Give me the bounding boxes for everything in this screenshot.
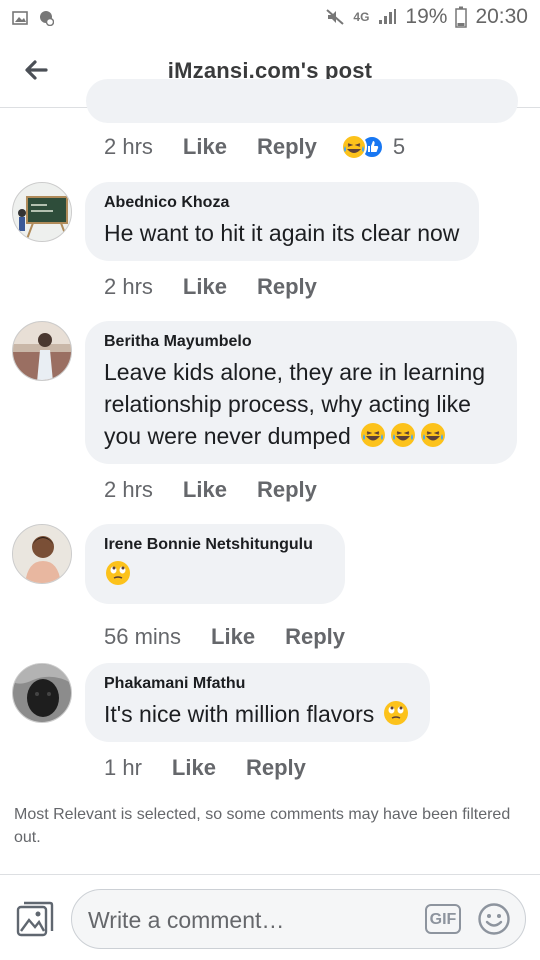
avatar[interactable]	[12, 663, 72, 723]
avatar-photo-image	[13, 525, 71, 583]
status-system-info: 4G 19% 20:30	[325, 5, 528, 29]
avatar[interactable]	[12, 524, 72, 584]
comment-time: 56 mins	[104, 624, 182, 649]
comment-time: 2 hrs	[104, 274, 153, 299]
previous-comment-actions: 2 hrs Like Reply 5	[104, 134, 405, 160]
reactions-summary[interactable]: 5	[340, 134, 406, 160]
comment-time: 2 hrs	[104, 477, 153, 502]
battery-icon	[455, 6, 468, 28]
eye-roll-emoji	[384, 701, 409, 725]
like-button[interactable]: Like	[211, 624, 255, 650]
comment-text: He want to hit it again its clear now	[104, 220, 460, 246]
comment-author[interactable]: Phakamani Mfathu	[104, 675, 410, 693]
comment-text: It's nice with million flavors	[104, 701, 375, 727]
avatar[interactable]	[12, 182, 72, 242]
reply-button[interactable]: Reply	[257, 134, 317, 160]
battery-percentage: 19%	[405, 5, 448, 28]
gif-button[interactable]: GIF	[425, 904, 461, 934]
signal-icon	[379, 9, 397, 24]
comment-bubble: Beritha Mayumbelo Leave kids alone, they…	[85, 321, 517, 464]
comment-actions: 56 mins Like Reply	[104, 624, 375, 650]
tears-of-joy-emoji	[390, 423, 415, 447]
previous-comment-bubble	[86, 79, 518, 123]
comment-time: 1 hr	[104, 755, 142, 780]
status-notification-icons	[12, 10, 54, 26]
comment-bubble: Phakamani Mfathu It's nice with million …	[85, 663, 431, 742]
comment-actions: 2 hrs Like Reply	[104, 274, 347, 300]
comment-author[interactable]: Irene Bonnie Netshitungulu	[104, 536, 325, 554]
reply-button[interactable]: Reply	[257, 274, 317, 300]
comment-bubble: Abednico Khoza He want to hit it again i…	[85, 182, 480, 261]
avatar-chalkboard-image	[13, 183, 71, 241]
reaction-count: 5	[392, 134, 406, 159]
comment-input[interactable]: Write a comment… GIF	[71, 889, 526, 949]
tears-of-joy-emoji	[420, 423, 445, 447]
comment-author[interactable]: Abednico Khoza	[104, 194, 459, 212]
avatar-photo-image	[13, 322, 71, 380]
reply-button[interactable]: Reply	[285, 624, 345, 650]
eye-roll-emoji	[106, 561, 130, 585]
reply-button[interactable]: Reply	[246, 755, 306, 781]
photo-icon[interactable]	[16, 901, 54, 939]
comment-input-placeholder: Write a comment…	[88, 907, 285, 933]
network-type: 4G	[353, 10, 370, 24]
like-button[interactable]: Like	[183, 274, 227, 300]
smiley-icon[interactable]	[477, 902, 511, 936]
like-button[interactable]: Like	[172, 755, 216, 781]
comment-actions: 2 hrs Like Reply	[104, 477, 347, 503]
comment-text-wrap: Leave kids alone, they are in learning r…	[104, 356, 497, 452]
tears-of-joy-emoji	[360, 423, 385, 447]
comment-composer: Write a comment… GIF	[0, 874, 540, 960]
avatar[interactable]	[12, 321, 72, 381]
comment-author[interactable]: Beritha Mayumbelo	[104, 333, 497, 351]
status-bar: 4G 19% 20:30	[0, 0, 540, 38]
comment-actions: 1 hr Like Reply	[104, 755, 336, 781]
comment-text-wrap: It's nice with million flavors	[104, 698, 410, 730]
clock-time: 20:30	[475, 5, 528, 28]
laugh-like-reactions-icon	[340, 134, 384, 160]
comment-bubble: Irene Bonnie Netshitungulu	[85, 524, 345, 604]
comment-time: 2 hrs	[104, 134, 153, 159]
like-button[interactable]: Like	[183, 477, 227, 503]
avatar-photo-image	[13, 664, 71, 722]
image-notification-icon	[12, 11, 28, 25]
location-shield-icon	[40, 11, 54, 26]
reply-button[interactable]: Reply	[257, 477, 317, 503]
filter-note: Most Relevant is selected, so some comme…	[14, 806, 511, 846]
mute-icon	[326, 9, 345, 25]
like-button[interactable]: Like	[183, 134, 227, 160]
